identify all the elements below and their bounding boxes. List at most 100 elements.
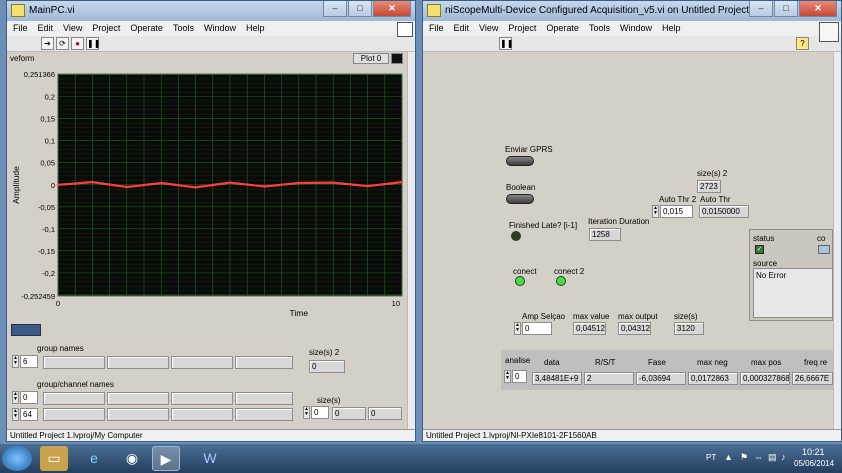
y-tick-label: 0,1 xyxy=(45,137,55,146)
menu-file[interactable]: File xyxy=(13,21,28,36)
run-continuous-icon[interactable]: ⟳ xyxy=(56,37,69,50)
usb-icon[interactable]: ⇔ xyxy=(754,452,763,462)
menu-tools[interactable]: Tools xyxy=(589,21,610,36)
menu-operate[interactable]: Operate xyxy=(546,21,579,36)
graph-tools-palette[interactable] xyxy=(11,324,41,336)
run-arrow-icon[interactable]: ➔ xyxy=(41,37,54,50)
max-value-label: max value xyxy=(573,312,610,321)
menu-edit[interactable]: Edit xyxy=(38,21,54,36)
series-point xyxy=(194,186,197,189)
start-button[interactable] xyxy=(2,446,32,471)
finished-late-led xyxy=(511,231,521,241)
boolean-label: Boolean xyxy=(506,183,536,192)
max-output-label: max output xyxy=(618,312,658,321)
auto-thr2-input[interactable]: 0,015 xyxy=(660,205,693,218)
pause-icon[interactable]: ❚❚ xyxy=(499,37,513,50)
menu-edit[interactable]: Edit xyxy=(454,21,470,36)
minimize-button[interactable]: ‒ xyxy=(749,1,773,17)
group-names-index[interactable]: 6 xyxy=(20,355,38,368)
gc-index-2[interactable]: 64 xyxy=(20,408,38,421)
maximize-button[interactable]: □ xyxy=(348,1,372,17)
help-icon[interactable]: ? xyxy=(796,37,809,50)
menu-view[interactable]: View xyxy=(479,21,498,36)
auto-thr2-spinner[interactable]: ▲ ▼ xyxy=(652,205,659,218)
word-icon[interactable]: W xyxy=(196,446,224,471)
tray-arrow-icon[interactable]: ▴ xyxy=(726,452,731,463)
internet-explorer-icon[interactable]: e xyxy=(80,446,108,471)
network-icon[interactable]: ▤ xyxy=(768,452,777,463)
analise-label: analise xyxy=(505,356,531,365)
auto-thr-value: 0,0150000 xyxy=(699,205,749,218)
plot-line-style-icon[interactable] xyxy=(391,53,403,64)
boolean-toggle[interactable] xyxy=(506,194,534,204)
amp-selcao-input[interactable]: 0 xyxy=(522,322,552,335)
analise-spinner[interactable]: ▲ ▼ xyxy=(504,370,511,383)
group-names-cell xyxy=(235,356,293,369)
maximize-button[interactable]: □ xyxy=(774,1,798,17)
clock-date[interactable]: 05/06/2014 xyxy=(794,459,834,468)
gc-index-spinner-2[interactable]: ▲ ▼ xyxy=(12,408,19,421)
menu-help[interactable]: Help xyxy=(662,21,681,36)
amp-selcao-spinner[interactable]: ▲ ▼ xyxy=(514,322,521,335)
iteration-duration-value: 1258 xyxy=(589,228,621,241)
table-cell: 3,48481E+9 xyxy=(532,372,582,385)
menu-project[interactable]: Project xyxy=(508,21,536,36)
vertical-scrollbar[interactable] xyxy=(407,52,415,430)
gc-cell xyxy=(235,408,293,421)
chrome-icon[interactable]: ◉ xyxy=(118,446,146,471)
status-path: Untitled Project 1.lvproj/My Computer xyxy=(10,431,143,440)
title-bar[interactable]: MainPC.vi ‒ □ ✕ xyxy=(7,1,415,21)
menu-window[interactable]: Window xyxy=(620,21,652,36)
y-tick-label: 0,251366 xyxy=(24,70,55,79)
clock-time[interactable]: 10:21 xyxy=(802,447,825,457)
menu-bar: File Edit View Project Operate Tools Win… xyxy=(423,21,841,36)
menu-help[interactable]: Help xyxy=(246,21,265,36)
abort-icon[interactable]: ● xyxy=(71,37,84,50)
close-button[interactable]: ✕ xyxy=(373,1,411,17)
minimize-button[interactable]: ‒ xyxy=(323,1,347,17)
gc-index-1[interactable]: 0 xyxy=(20,391,38,404)
menu-tools[interactable]: Tools xyxy=(173,21,194,36)
plot-legend[interactable]: Plot 0 xyxy=(353,53,389,64)
pause-icon[interactable]: ❚❚ xyxy=(86,37,100,50)
menu-file[interactable]: File xyxy=(429,21,444,36)
language-indicator[interactable]: PT xyxy=(706,453,716,462)
close-button[interactable]: ✕ xyxy=(799,1,837,17)
analise-input[interactable]: 0 xyxy=(512,370,527,383)
flag-icon[interactable]: ⚑ xyxy=(740,452,748,463)
title-bar[interactable]: niScopeMulti-Device Configured Acquisiti… xyxy=(423,1,841,21)
menu-project[interactable]: Project xyxy=(92,21,120,36)
menu-window[interactable]: Window xyxy=(204,21,236,36)
source-label: source xyxy=(753,259,778,268)
sizes-cell: 0 xyxy=(368,407,402,420)
group-names-cell xyxy=(43,356,105,369)
sizes-index[interactable]: 0 xyxy=(311,406,329,419)
gc-cell xyxy=(171,408,233,421)
group-names-cell xyxy=(171,356,233,369)
y-tick-label: -0,1 xyxy=(42,225,55,234)
file-explorer-icon[interactable]: ▭ xyxy=(40,446,68,471)
labview-taskbar-icon[interactable]: ▶ xyxy=(152,446,180,471)
sizes-cell: 0 xyxy=(332,407,366,420)
max-output: 0,04312( xyxy=(618,322,651,335)
mainpc-window: MainPC.vi ‒ □ ✕ File Edit View Project O… xyxy=(6,0,416,442)
sizes-spinner[interactable]: ▲ ▼ xyxy=(303,406,310,419)
enviar-gprs-toggle[interactable] xyxy=(506,156,534,166)
series-point xyxy=(332,181,335,184)
status-label: status xyxy=(753,234,775,243)
labview-vi-icon xyxy=(11,4,25,17)
menu-view[interactable]: View xyxy=(63,21,82,36)
niscope-window: niScopeMulti-Device Configured Acquisiti… xyxy=(422,0,842,442)
series-point xyxy=(56,183,60,186)
table-header: Fase xyxy=(648,358,666,367)
volume-icon[interactable]: ♪ xyxy=(781,452,786,462)
table-cell: 2 xyxy=(584,372,634,385)
gc-index-spinner-1[interactable]: ▲ ▼ xyxy=(12,391,19,404)
group-names-index-spinner[interactable]: ▲ ▼ xyxy=(12,355,19,368)
status-path: Untitled Project 1.lvproj/NI-PXIe8101-2F… xyxy=(426,431,597,440)
waveform-graph[interactable]: 0,251366 0,2 0,15 0,1 0,05 0 -0,05 -0,1 -0,15 -0,… xyxy=(7,66,407,334)
labview-vi-icon xyxy=(427,4,441,17)
size2-value: 0 xyxy=(309,360,345,373)
vertical-scrollbar[interactable] xyxy=(833,52,841,430)
menu-operate[interactable]: Operate xyxy=(130,21,163,36)
